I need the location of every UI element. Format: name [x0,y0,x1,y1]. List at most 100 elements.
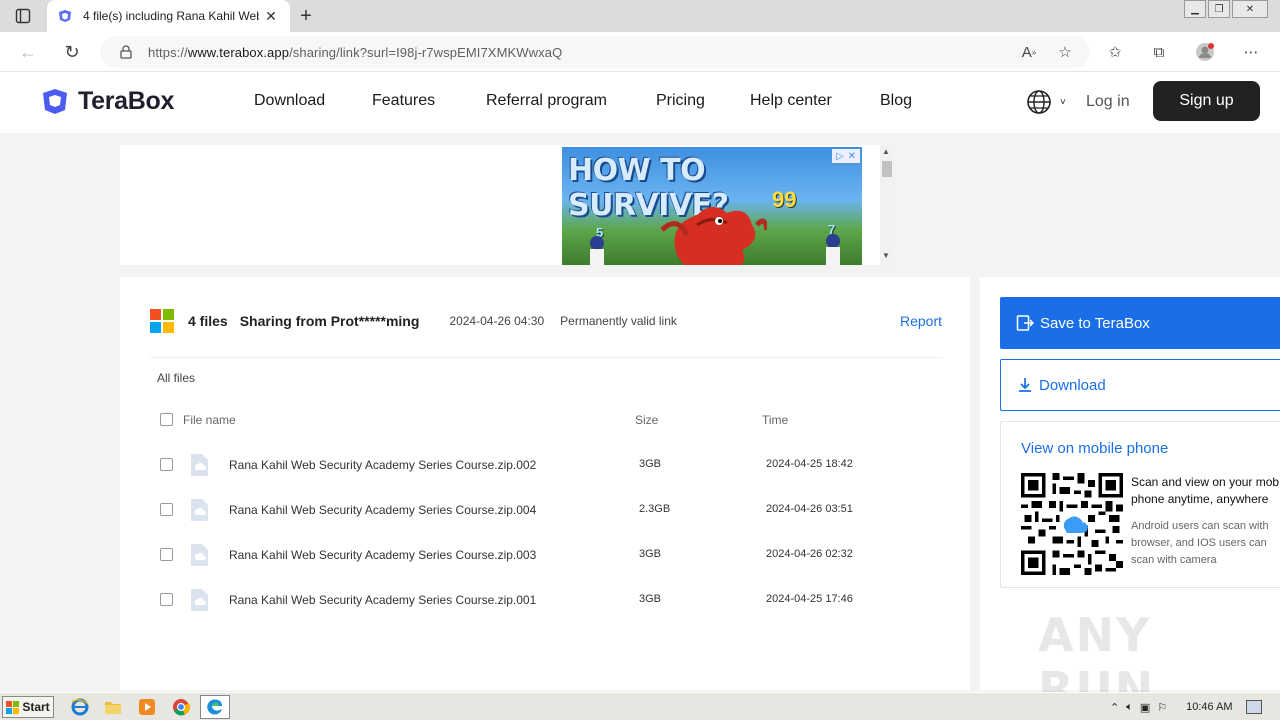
profile-avatar-icon[interactable] [1194,42,1216,62]
nav-pricing[interactable]: Pricing [656,92,705,110]
save-icon [1016,315,1034,331]
nav-download[interactable]: Download [254,92,325,110]
file-icon [191,454,208,476]
ad-scrollbar[interactable]: ▲ ▼ [880,145,894,265]
clock[interactable]: 10:46 AM [1186,701,1232,713]
share-date: 2024-04-26 04:30 [449,314,545,328]
file-size: 3GB [639,593,662,605]
scroll-down-icon[interactable]: ▼ [882,251,890,260]
language-selector[interactable]: ˅ [1026,89,1072,115]
file-count: 4 files [188,313,228,329]
file-checkbox[interactable] [160,458,173,471]
file-icon [191,499,208,521]
address-bar[interactable]: https://www.terabox.app/sharing/link?sur… [100,36,1090,68]
terabox-logo[interactable]: TeraBox [40,86,174,116]
url-text: https://www.terabox.app/sharing/link?sur… [148,44,563,60]
tab-title: 4 file(s) including Rana Kahil Web Secur… [83,9,259,23]
read-aloud-icon[interactable]: A» [1018,42,1040,62]
media-player-icon[interactable] [137,697,157,717]
file-icon [191,544,208,566]
internet-explorer-icon[interactable] [70,697,90,717]
network-icon[interactable]: ▣ [1140,701,1150,714]
add-favorite-icon[interactable]: ☆ [1054,42,1076,62]
refresh-icon[interactable]: ↻ [60,40,84,64]
file-checkbox[interactable] [160,593,173,606]
file-row[interactable]: Rana Kahil Web Security Academy Series C… [160,538,940,572]
close-window-icon[interactable]: ✕ [1232,0,1268,18]
mobile-note: Android users can scan with browser, and … [1131,520,1269,566]
ad-banner[interactable]: HOW TO SURVIVE? 99 5 7 ▷ ✕ [562,147,862,265]
download-label: Download [1039,376,1106,394]
file-row[interactable]: Rana Kahil Web Security Academy Series C… [160,583,940,617]
file-size: 2.3GB [639,503,671,515]
file-row[interactable]: Rana Kahil Web Security Academy Series C… [160,493,940,527]
mobile-title[interactable]: View on mobile phone [1021,440,1168,457]
scroll-thumb[interactable] [882,161,892,177]
login-link[interactable]: Log in [1086,93,1130,111]
site-header: TeraBox Download Features Referral progr… [0,72,1280,133]
tab-actions-icon[interactable] [8,6,38,26]
file-name[interactable]: Rana Kahil Web Security Academy Series C… [229,503,536,517]
file-time: 2024-04-26 03:51 [766,503,853,515]
more-menu-icon[interactable]: ⋯ [1240,42,1262,62]
nav-blog[interactable]: Blog [880,92,912,110]
browser-tab[interactable]: 4 file(s) including Rana Kahil Web Secur… [47,0,290,32]
mobile-view-card: View on mobile phone Scan and view on yo… [1000,421,1280,588]
minimize-icon[interactable]: ▁ [1184,0,1206,18]
action-center-flag-icon[interactable]: ⚐ [1157,701,1167,714]
report-link[interactable]: Report [900,313,942,329]
file-name[interactable]: Rana Kahil Web Security Academy Series C… [229,593,536,607]
show-desktop-icon[interactable] [1245,700,1262,714]
back-icon[interactable]: ← [16,40,40,64]
column-size[interactable]: Size [635,413,658,427]
breadcrumb[interactable]: All files [157,371,195,385]
file-checkbox[interactable] [160,503,173,516]
column-file-name[interactable]: File name [183,413,236,427]
ad-score-top: 99 [772,187,797,212]
tab-close-icon[interactable]: ✕ [263,8,279,24]
file-checkbox[interactable] [160,548,173,561]
file-time: 2024-04-26 02:32 [766,548,853,560]
signup-button[interactable]: Sign up [1153,81,1260,121]
new-tab-icon[interactable]: + [296,6,316,26]
scroll-up-icon[interactable]: ▲ [882,147,890,156]
nav-features[interactable]: Features [372,92,435,110]
restore-icon[interactable]: ❐ [1208,0,1230,18]
file-time: 2024-04-25 17:46 [766,593,853,605]
sharer-name: Sharing from Prot*****ming [239,313,420,329]
browser-tabstrip: 4 file(s) including Rana Kahil Web Secur… [0,0,1280,32]
ad-character-left-icon [590,236,604,265]
download-icon [1019,378,1031,392]
terabox-logo-icon [43,89,67,114]
file-row[interactable]: Rana Kahil Web Security Academy Series C… [160,448,940,482]
globe-icon [1027,90,1051,114]
nav-referral-program[interactable]: Referral program [486,92,607,110]
download-button[interactable]: Download [1000,359,1280,411]
volume-icon[interactable]: 🔈︎ [1126,701,1133,714]
share-header: 4 files Sharing from Prot*****ming 2024-… [150,305,942,337]
file-explorer-icon[interactable] [103,697,123,717]
link-validity: Permanently valid link [560,314,677,328]
chrome-icon[interactable] [171,697,191,717]
column-time[interactable]: Time [762,413,788,427]
favorites-icon[interactable]: ✩ [1104,42,1126,62]
nav-help-center[interactable]: Help center [750,92,832,110]
tray-expand-icon[interactable]: ⌃ [1110,701,1119,714]
ad-container: HOW TO SURVIVE? 99 5 7 ▷ ✕ [120,145,894,265]
system-tray: ⌃ 🔈︎ ▣ ⚐ 10:46 AM [1104,696,1278,718]
start-button[interactable]: Start [2,696,54,718]
collections-icon[interactable]: ⧉ [1148,42,1170,62]
browser-toolbar: ← ↻ https://www.terabox.app/sharing/link… [0,32,1280,72]
file-name[interactable]: Rana Kahil Web Security Academy Series C… [229,458,536,472]
divider [150,357,942,358]
ad-close-icon[interactable]: ▷ ✕ [832,149,860,163]
save-to-terabox-button[interactable]: Save to TeraBox [1000,297,1280,349]
brand-name: TeraBox [78,86,175,115]
share-panel: 4 files Sharing from Prot*****ming 2024-… [120,277,970,690]
save-label: Save to TeraBox [1040,314,1150,332]
select-all-checkbox[interactable] [160,413,173,426]
edge-icon[interactable] [200,695,230,719]
qr-code-icon [1021,473,1123,575]
file-name[interactable]: Rana Kahil Web Security Academy Series C… [229,548,536,562]
file-size: 3GB [639,548,662,560]
